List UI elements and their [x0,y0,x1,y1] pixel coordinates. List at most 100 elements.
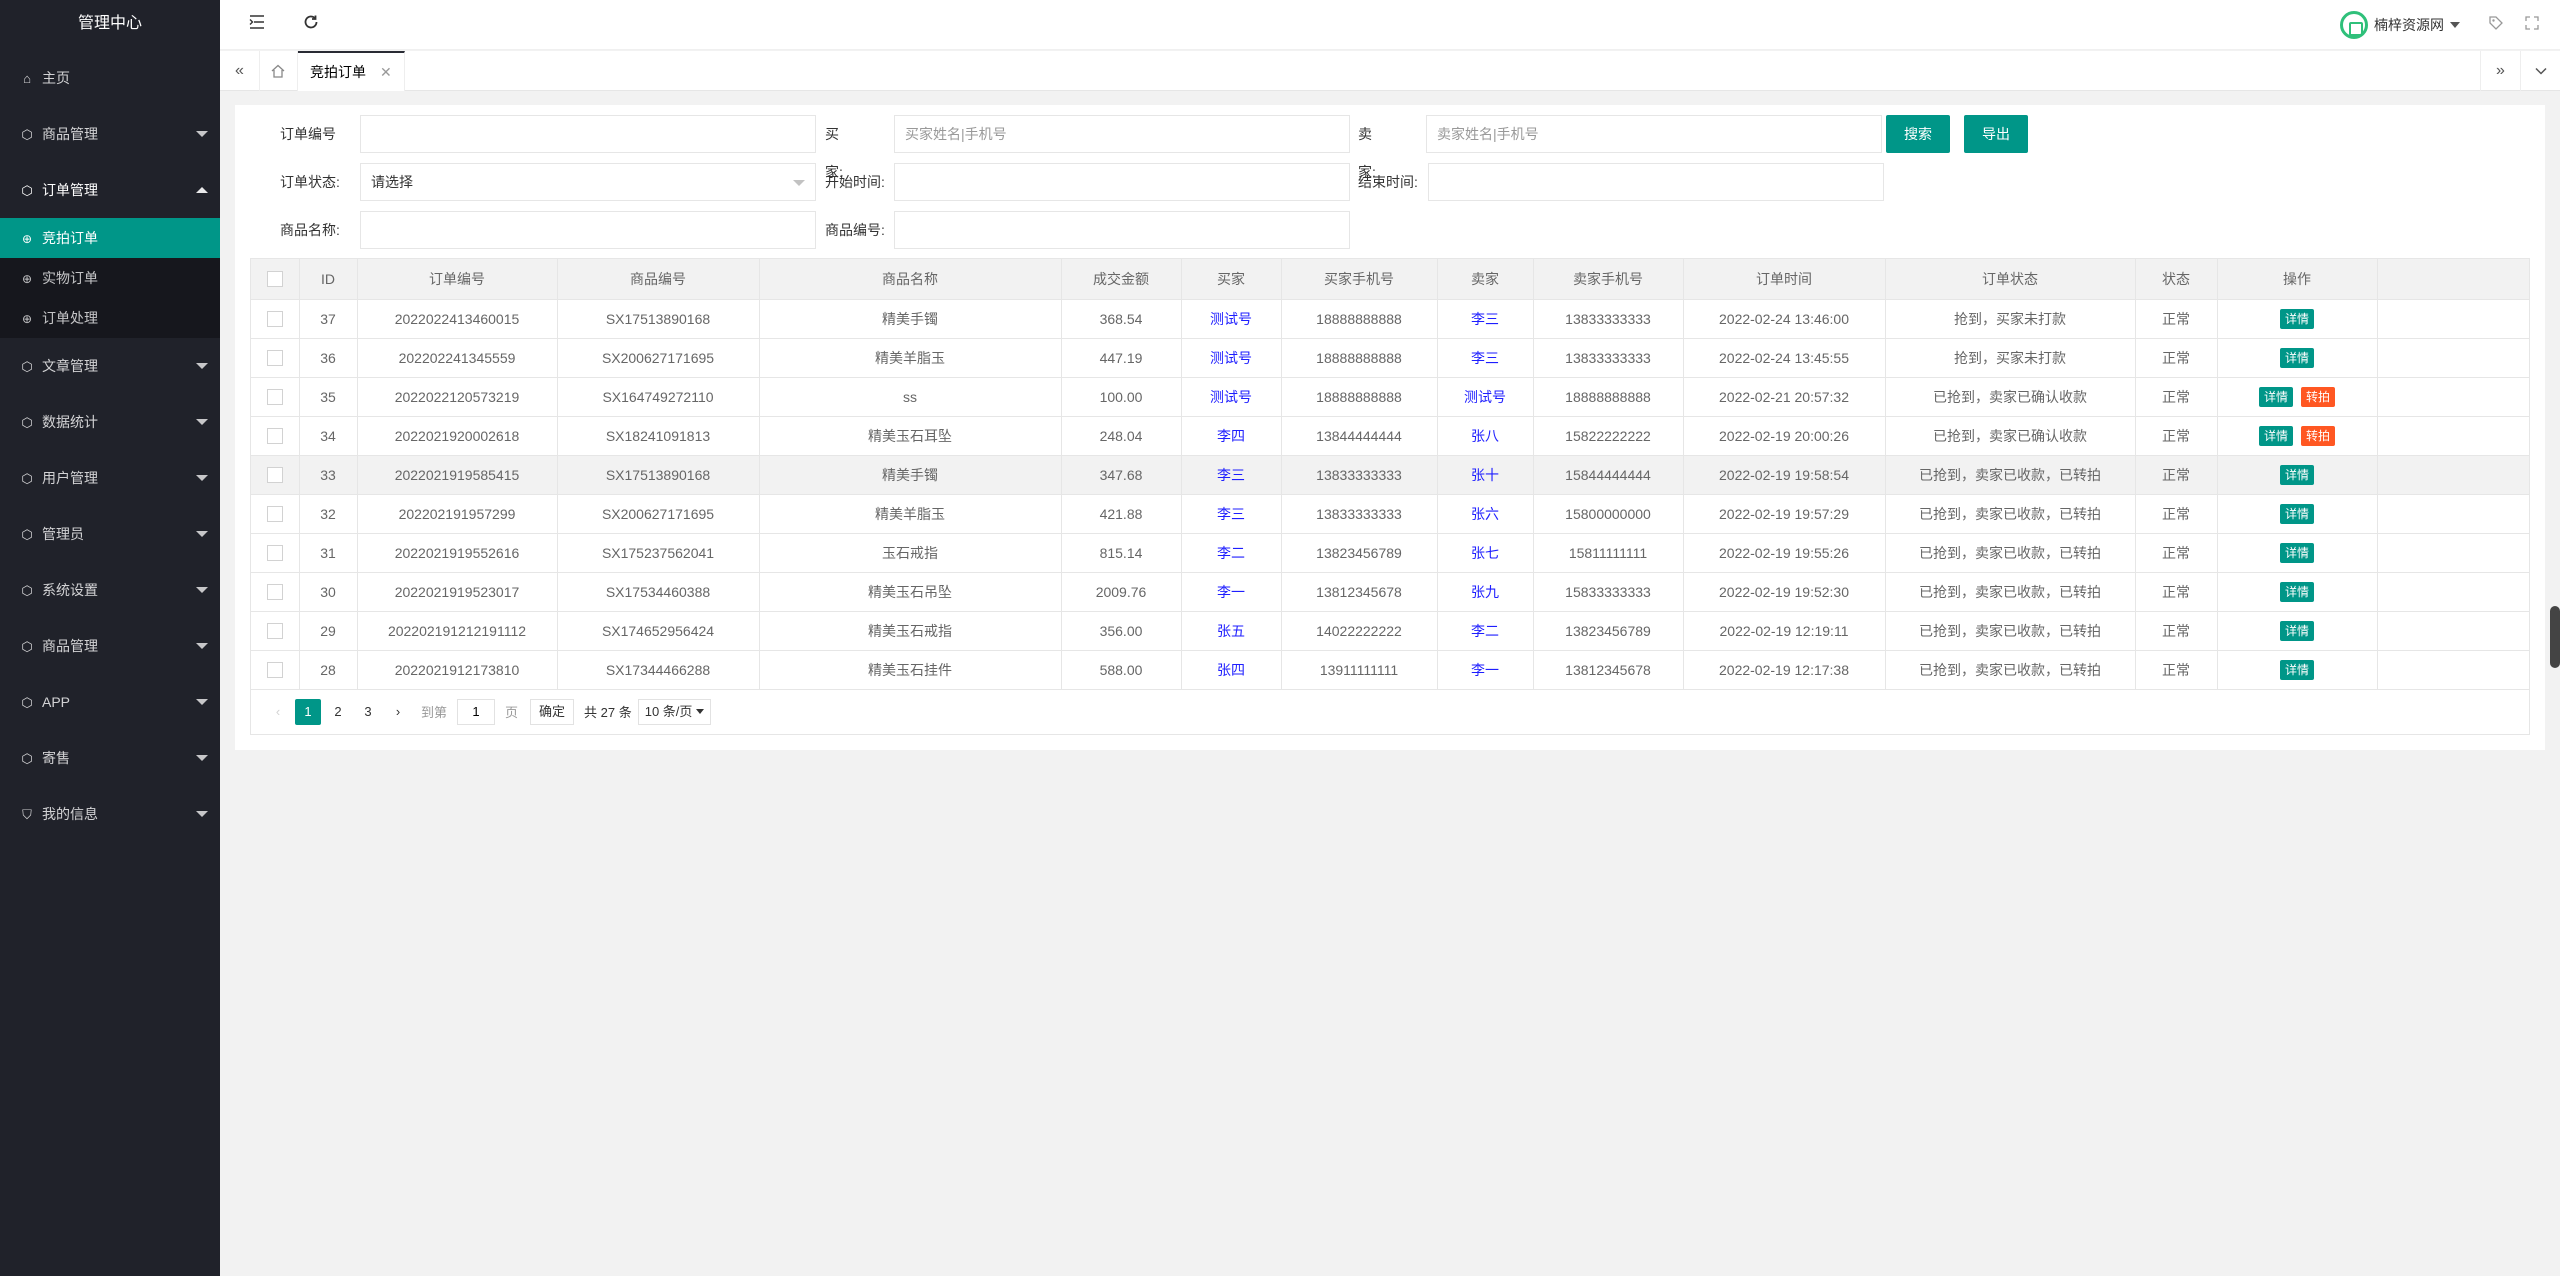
home-tab-icon[interactable] [258,51,298,91]
seller-link[interactable]: 李一 [1471,662,1499,678]
sidebar-item[interactable]: ⬡ 数据统计 [0,394,220,450]
detail-button[interactable]: 详情 [2279,308,2314,329]
table-row[interactable]: 31 2022021919552616 SX175237562041 玉石戒指 815.… [251,533,2529,573]
detail-button[interactable]: 详情 [2279,464,2314,485]
transfer-button[interactable]: 转拍 [2301,386,2336,407]
detail-button[interactable]: 详情 [2258,425,2293,446]
page-number[interactable]: 1 [295,698,321,725]
sidebar-item[interactable]: ⬡ 系统设置 [0,562,220,618]
table-row[interactable]: 32 202202191957299 SX200627171695 精美羊脂玉 421.… [251,494,2529,534]
transfer-button[interactable]: 转拍 [2301,425,2336,446]
detail-button[interactable]: 详情 [2279,620,2314,641]
tabs-scroll-left-icon[interactable]: « [220,51,260,91]
buyer-link[interactable]: 测试号 [1210,350,1252,366]
site-switcher[interactable]: 楠梓资源网 [2340,11,2460,39]
sidebar-item[interactable]: ⬡ 寄售 [0,730,220,786]
sidebar-item[interactable]: ⛉ 我的信息 [0,786,220,842]
buyer-link[interactable]: 测试号 [1210,311,1252,327]
prev-page-icon[interactable]: ‹ [265,699,291,725]
row-checkbox[interactable] [266,584,283,601]
sidebar-subitem[interactable]: ⊕ 竞拍订单 [0,218,220,258]
next-page-icon[interactable]: › [385,699,411,725]
seller-link[interactable]: 李二 [1471,623,1499,639]
sidebar-item[interactable]: ⬡ 商品管理 [0,618,220,674]
seller-input[interactable] [1426,115,1882,153]
product-name-input[interactable] [360,211,816,249]
table-row[interactable]: 37 2022022413460015 SX17513890168 精美手镯 368.5… [251,299,2529,339]
buyer-link[interactable]: 李四 [1217,428,1245,444]
sidebar-subitem[interactable]: ⊕ 订单处理 [0,298,220,338]
page-number[interactable]: 2 [325,699,351,725]
goto-confirm-button[interactable]: 确定 [530,698,575,725]
sidebar-item[interactable]: ⬡ 文章管理 [0,338,220,394]
buyer-link[interactable]: 测试号 [1210,389,1252,405]
row-checkbox[interactable] [266,467,283,484]
detail-button[interactable]: 详情 [2279,503,2314,524]
select-all-checkbox[interactable] [266,271,283,288]
table-row[interactable]: 36 202202241345559 SX200627171695 精美羊脂玉 447.… [251,338,2529,378]
page-size-select[interactable]: 10 条/页 [637,698,712,725]
search-button[interactable]: 搜索 [1886,115,1950,153]
sidebar-subitem[interactable]: ⊕ 实物订单 [0,258,220,298]
buyer-link[interactable]: 张四 [1217,662,1245,678]
tag-icon[interactable] [2478,15,2514,36]
row-checkbox[interactable] [266,662,283,679]
table-row[interactable]: 35 2022022120573219 SX164749272110 ss 100.00… [251,377,2529,417]
detail-button[interactable]: 详情 [2279,659,2314,680]
seller-link[interactable]: 张八 [1471,428,1499,444]
fullscreen-icon[interactable] [2514,15,2550,35]
seller-link[interactable]: 张七 [1471,545,1499,561]
seller-link[interactable]: 张九 [1471,584,1499,600]
seller-link[interactable]: 李三 [1471,350,1499,366]
menu-toggle-icon[interactable] [248,0,266,50]
page-number[interactable]: 3 [355,699,381,725]
sidebar-item[interactable]: ⬡ 商品管理 [0,106,220,162]
start-time-input[interactable] [894,163,1350,201]
detail-button[interactable]: 详情 [2279,581,2314,602]
row-checkbox[interactable] [266,428,283,445]
export-button[interactable]: 导出 [1964,115,2028,153]
buyer-link[interactable]: 李三 [1217,467,1245,483]
close-icon[interactable]: ✕ [380,52,392,92]
buyer-input[interactable] [894,115,1350,153]
tabs-menu-chevron-down-icon[interactable] [2520,51,2560,91]
order-status-select[interactable]: 请选择 [360,163,816,201]
table-row[interactable]: 34 2022021920002618 SX18241091813 精美玉石耳坠 248… [251,416,2529,456]
seller-link[interactable]: 测试号 [1464,389,1506,405]
row-checkbox[interactable] [266,545,283,562]
tabs-scroll-right-icon[interactable]: » [2480,51,2520,91]
goto-page-input[interactable] [457,698,496,725]
table-row[interactable]: 33 2022021919585415 SX17513890168 精美手镯 347.6… [251,455,2529,495]
buyer-link[interactable]: 张五 [1217,623,1245,639]
row-checkbox[interactable] [266,506,283,523]
table-row[interactable]: 28 2022021912173810 SX17344466288 精美玉石挂件 588… [251,650,2529,690]
sidebar-item[interactable]: ⬡ APP [0,674,220,730]
row-checkbox[interactable] [266,623,283,640]
sidebar-item[interactable]: ⬡ 管理员 [0,506,220,562]
page-scrollbar-thumb[interactable] [2550,606,2560,668]
detail-button[interactable]: 详情 [2279,542,2314,563]
detail-button[interactable]: 详情 [2279,347,2314,368]
seller-link[interactable]: 张十 [1471,467,1499,483]
tab-auction-orders[interactable]: 竞拍订单 ✕ [298,51,405,91]
sidebar-item[interactable]: ⬡ 用户管理 [0,450,220,506]
row-checkbox[interactable] [266,311,283,328]
sidebar-item[interactable]: ⌂ 主页 [0,50,220,106]
end-time-input[interactable] [1428,163,1884,201]
buyer-link[interactable]: 李二 [1217,545,1245,561]
seller-link[interactable]: 李三 [1471,311,1499,327]
refresh-icon[interactable] [302,0,320,50]
seller-link[interactable]: 张六 [1471,506,1499,522]
row-checkbox[interactable] [266,350,283,367]
buyer-link[interactable]: 李三 [1217,506,1245,522]
table-row[interactable]: 29 202202191212191112 SX174652956424 精美玉石戒指… [251,611,2529,651]
product-no-input[interactable] [894,211,1350,249]
cell-status: 正常 [2135,533,2218,573]
row-checkbox[interactable] [266,389,283,406]
buyer-link[interactable]: 李一 [1217,584,1245,600]
sidebar-item[interactable]: ⬡ 订单管理 [0,162,220,218]
chevron-down-icon [196,811,208,817]
order-no-input[interactable] [360,115,816,153]
table-row[interactable]: 30 2022021919523017 SX17534460388 精美玉石吊坠 200… [251,572,2529,612]
detail-button[interactable]: 详情 [2258,386,2293,407]
